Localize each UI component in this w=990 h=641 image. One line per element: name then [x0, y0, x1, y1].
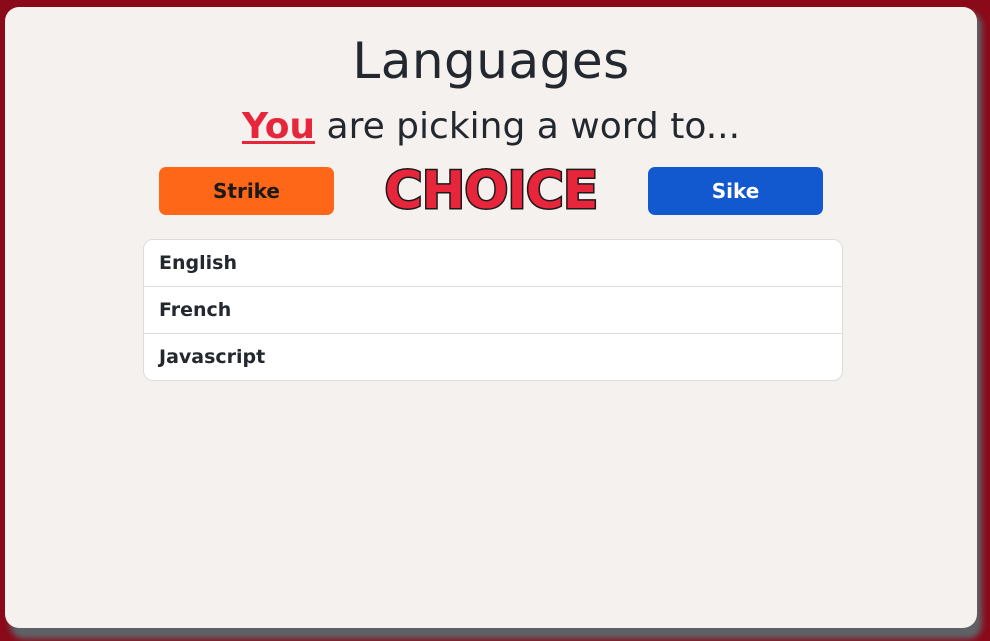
list-item-french[interactable]: French: [144, 287, 842, 334]
word-list: English French Javascript: [143, 239, 843, 381]
strike-button[interactable]: Strike: [159, 167, 334, 215]
list-item-english[interactable]: English: [144, 240, 842, 287]
sike-button[interactable]: Sike: [648, 167, 823, 215]
choice-label: CHOICE: [383, 160, 600, 223]
list-item-javascript[interactable]: Javascript: [144, 334, 842, 380]
page-title: Languages: [352, 32, 630, 90]
prompt-rest: are picking a word to...: [315, 106, 741, 147]
prompt-text: You are picking a word to...: [5, 105, 977, 148]
game-card: Languages You are picking a word to... S…: [5, 7, 977, 628]
current-player-highlight: You: [241, 106, 316, 147]
